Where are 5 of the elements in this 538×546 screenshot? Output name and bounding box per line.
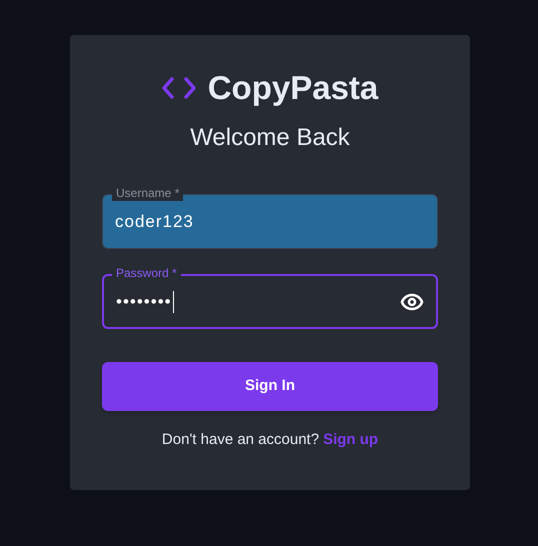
welcome-heading: Welcome Back bbox=[190, 123, 350, 153]
logo-text: CopyPasta bbox=[208, 68, 378, 108]
code-icon bbox=[162, 77, 196, 99]
sign-in-button[interactable]: Sign In bbox=[102, 362, 438, 411]
footer-text: Don't have an account? bbox=[162, 430, 320, 450]
